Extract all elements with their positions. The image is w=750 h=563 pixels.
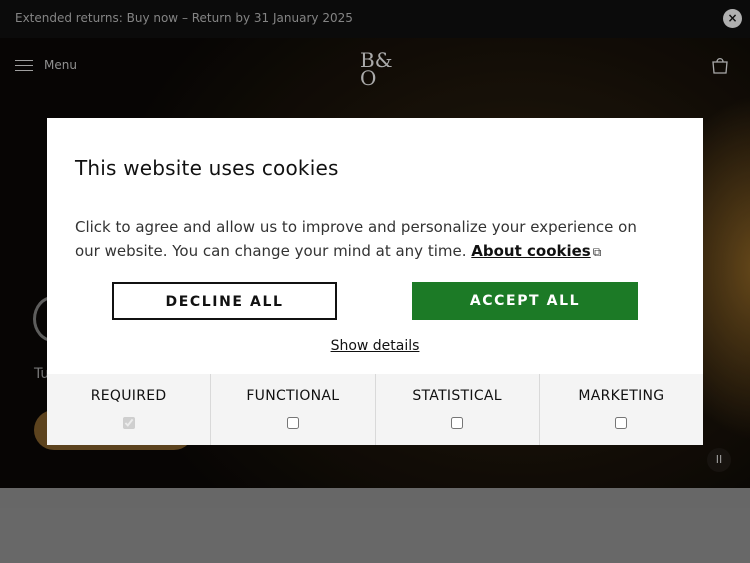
external-link-icon: ⧉	[592, 245, 602, 259]
category-marketing: MARKETING	[540, 374, 703, 445]
cookie-dialog-body: Click to agree and allow us to improve a…	[75, 215, 665, 264]
category-label: FUNCTIONAL	[246, 388, 340, 404]
cookie-categories: REQUIRED FUNCTIONAL STATISTICAL MARKETIN…	[47, 374, 703, 445]
category-label: REQUIRED	[90, 388, 167, 404]
about-cookies-link[interactable]: About cookies	[471, 242, 590, 260]
show-details-link[interactable]: Show details	[47, 338, 703, 354]
functional-checkbox[interactable]	[286, 417, 299, 429]
category-functional: FUNCTIONAL	[211, 374, 376, 445]
accept-all-button[interactable]: ACCEPT ALL	[412, 282, 638, 320]
decline-all-button[interactable]: DECLINE ALL	[112, 282, 337, 320]
statistical-checkbox[interactable]	[451, 417, 464, 429]
required-checkbox	[122, 417, 135, 429]
marketing-checkbox[interactable]	[615, 417, 628, 429]
category-label: STATISTICAL	[412, 388, 502, 404]
category-statistical: STATISTICAL	[376, 374, 540, 445]
category-required: REQUIRED	[47, 374, 212, 445]
cookie-dialog-title: This website uses cookies	[75, 156, 339, 180]
cookie-consent-dialog: This website uses cookies Click to agree…	[47, 118, 703, 445]
category-label: MARKETING	[578, 388, 665, 404]
